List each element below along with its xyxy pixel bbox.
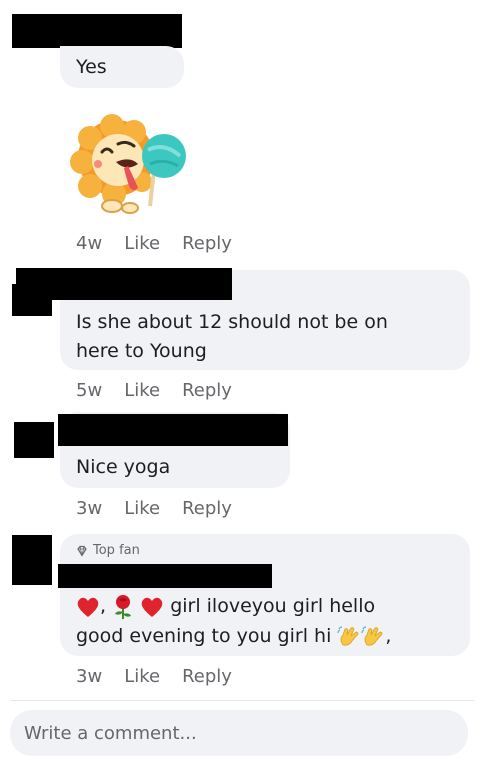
comment-time-4: 3w <box>76 666 103 687</box>
redacted-name-4 <box>58 564 272 588</box>
like-button-1[interactable]: Like <box>124 233 160 254</box>
like-button-4[interactable]: Like <box>124 666 160 687</box>
comment-actions-3: 3w Like Reply <box>76 498 232 519</box>
comment-text-4-line2: good evening to you girl hi , <box>76 621 391 651</box>
composer-divider <box>10 700 474 701</box>
avatar-4[interactable] <box>12 535 52 585</box>
comment-actions-2: 5w Like Reply <box>76 380 232 401</box>
rose-icon <box>115 594 132 619</box>
comment-actions-4: 3w Like Reply <box>76 666 232 687</box>
red-heart-icon-2 <box>141 597 163 617</box>
comment-text-4-comma2: , <box>385 625 392 647</box>
reply-button-4[interactable]: Reply <box>182 666 232 687</box>
comment-time-2: 5w <box>76 380 103 401</box>
comment-text-2-line2: here to Young <box>76 340 207 362</box>
lion-with-lollipop-sticker <box>70 114 186 214</box>
like-button-3[interactable]: Like <box>124 498 160 519</box>
top-fan-label: Top fan <box>93 543 140 558</box>
comment-text-3: Nice yoga <box>76 456 171 478</box>
avatar-3[interactable] <box>14 422 54 458</box>
comment-time-3: 3w <box>76 498 103 519</box>
comment-text-1: Yes <box>76 56 107 78</box>
comment-text-4-line1-text: girl iloveyou girl hello <box>170 595 376 617</box>
comment-text-4-line1: , girl iloveyou girl hello <box>76 591 375 621</box>
like-button-2[interactable]: Like <box>124 380 160 401</box>
comment-text-4-line2-text: good evening to you girl hi <box>76 625 332 647</box>
redacted-name-3 <box>58 414 288 446</box>
comment-text-4-comma1: , <box>100 595 107 617</box>
comment-actions-1: 4w Like Reply <box>76 233 232 254</box>
top-fan-badge: Top fan <box>76 543 140 558</box>
reply-button-3[interactable]: Reply <box>182 498 232 519</box>
red-heart-icon <box>77 597 99 617</box>
waving-hand-icon <box>337 625 359 646</box>
redacted-name-2 <box>16 268 232 300</box>
comment-text-2-line1: Is she about 12 should not be on <box>76 311 388 333</box>
redacted-name-1 <box>12 14 182 48</box>
reply-button-1[interactable]: Reply <box>182 233 232 254</box>
waving-hand-icon-2 <box>361 625 383 646</box>
reply-button-2[interactable]: Reply <box>182 380 232 401</box>
comment-input[interactable] <box>10 710 468 756</box>
diamond-icon <box>77 545 87 557</box>
comment-time-1: 4w <box>76 233 103 254</box>
